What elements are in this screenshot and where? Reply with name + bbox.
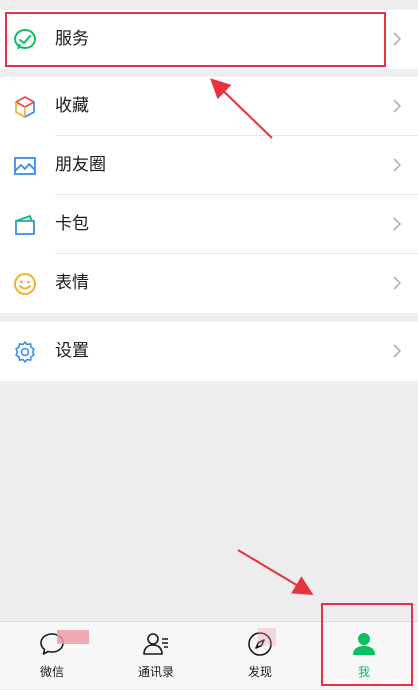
chevron-right-icon — [393, 99, 402, 113]
top-strip — [0, 0, 418, 8]
redacted-badge — [258, 628, 276, 646]
menu-item-card-wallet[interactable]: 卡包 — [0, 195, 418, 254]
sticker-smile-icon — [14, 273, 36, 295]
menu-item-favorites[interactable]: 收藏 — [0, 77, 418, 136]
menu-item-settings-label: 设置 — [55, 341, 89, 361]
menu-item-stickers-label: 表情 — [55, 273, 89, 293]
arrow-to-me-tab — [237, 549, 314, 596]
gear-icon — [15, 341, 35, 363]
menu-item-card-wallet-label: 卡包 — [55, 214, 89, 234]
highlight-box-me-tab — [321, 603, 413, 686]
card-wallet-icon — [15, 215, 35, 235]
favorites-cube-icon — [15, 96, 35, 118]
chevron-right-icon — [393, 32, 402, 46]
chevron-right-icon — [393, 217, 402, 231]
tab-discover-label: 发现 — [247, 665, 272, 679]
highlight-box-service — [5, 12, 386, 67]
redacted-badge — [57, 630, 89, 644]
tab-chats-label: 微信 — [39, 665, 64, 679]
contacts-icon — [143, 633, 168, 655]
menu-item-moments[interactable]: 朋友圈 — [0, 136, 418, 195]
tab-chats[interactable]: 微信 — [0, 622, 104, 690]
tab-contacts-label: 通讯录 — [137, 665, 174, 679]
chevron-right-icon — [393, 158, 402, 172]
tab-discover[interactable]: 发现 — [208, 622, 312, 690]
moments-image-icon — [14, 157, 36, 175]
menu-item-stickers[interactable]: 表情 — [0, 254, 418, 313]
chevron-right-icon — [393, 276, 402, 290]
tab-contacts[interactable]: 通讯录 — [104, 622, 208, 690]
chevron-right-icon — [393, 344, 402, 358]
menu-item-favorites-label: 收藏 — [55, 96, 89, 116]
menu-item-settings[interactable]: 设置 — [0, 322, 418, 381]
menu-item-moments-label: 朋友圈 — [55, 155, 106, 175]
